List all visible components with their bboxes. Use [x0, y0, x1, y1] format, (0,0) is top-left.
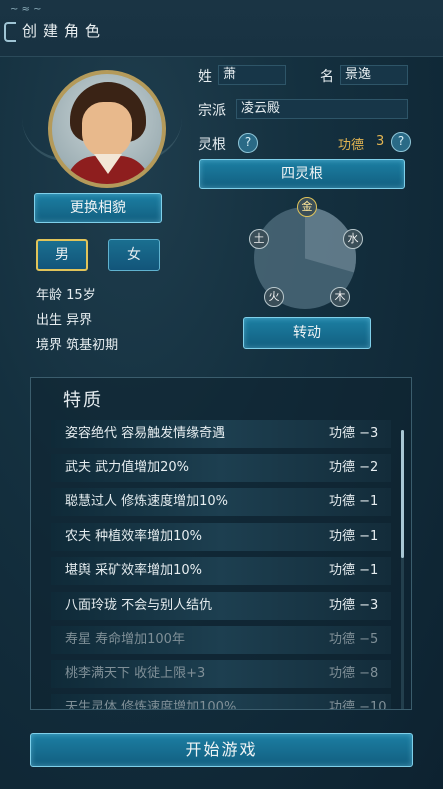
header-bar: ~ ≈ ~ 创建角色: [0, 0, 443, 57]
age-label: 年龄: [36, 288, 63, 303]
male-button[interactable]: 男: [36, 239, 88, 271]
given-name-field[interactable]: 景逸: [340, 65, 408, 85]
surname-field[interactable]: 萧: [218, 65, 286, 85]
trait-cost: 功德 −1: [329, 563, 379, 578]
trait-cost: 功德 −10: [329, 700, 387, 710]
traits-panel: 特质 姿容绝代 容易触发情缘奇遇 功德 −3 武夫 武力值增加20% 功德 −2…: [30, 377, 412, 710]
change-appearance-button[interactable]: 更换相貌: [34, 193, 162, 223]
realm-label: 境界: [36, 338, 63, 353]
trait-row[interactable]: 堪舆 采矿效率增加10% 功德 −1: [51, 557, 391, 585]
trait-cost: 功德 −8: [329, 666, 379, 681]
trait-desc: 武夫 武力值增加20%: [65, 460, 190, 475]
trait-row[interactable]: 聪慧过人 修炼速度增加10% 功德 −1: [51, 488, 391, 516]
trait-desc: 聪慧过人 修炼速度增加10%: [65, 494, 229, 509]
trait-desc: 堪舆 采矿效率增加10%: [65, 563, 203, 578]
sect-field[interactable]: 凌云殿: [236, 99, 408, 119]
trait-row[interactable]: 天生灵体 修炼速度增加100% 功德 −10: [51, 694, 391, 710]
trait-cost: 功德 −3: [329, 426, 379, 441]
trait-row[interactable]: 姿容绝代 容易触发情缘奇遇 功德 −3: [51, 420, 391, 448]
trait-row[interactable]: 寿星 寿命增加100年 功德 −5: [51, 626, 391, 654]
realm-value: 筑基初期: [66, 338, 119, 353]
age-row: 年龄 15岁: [36, 284, 96, 303]
trait-row[interactable]: 八面玲珑 不会与别人结仇 功德 −3: [51, 592, 391, 620]
element-water: 水: [343, 229, 363, 249]
element-metal: 金: [297, 197, 317, 217]
trait-desc: 姿容绝代 容易触发情缘奇遇: [65, 426, 226, 441]
spirit-root-label: 灵根: [198, 137, 226, 153]
rotate-button[interactable]: 转动: [243, 317, 371, 349]
cloud-ornament-icon: ~ ≈ ~: [10, 4, 42, 15]
spirit-root-display-button[interactable]: 四灵根: [199, 159, 405, 189]
trait-desc: 八面玲珑 不会与别人结仇: [65, 598, 213, 613]
trait-cost: 功德 −1: [329, 494, 379, 509]
age-value: 15岁: [66, 288, 96, 303]
trait-desc: 桃李满天下 收徒上限+3: [65, 666, 206, 681]
trait-cost: 功德 −3: [329, 598, 379, 613]
root-help-icon[interactable]: ?: [238, 133, 258, 153]
given-name-label: 名: [320, 69, 334, 85]
trait-row[interactable]: 武夫 武力值增加20% 功德 −2: [51, 454, 391, 482]
realm-row: 境界 筑基初期: [36, 334, 118, 353]
start-game-button[interactable]: 开始游戏: [30, 733, 413, 767]
back-icon[interactable]: [4, 22, 16, 42]
trait-cost: 功德 −1: [329, 529, 379, 544]
trait-row[interactable]: 桃李满天下 收徒上限+3 功德 −8: [51, 660, 391, 688]
birth-label: 出生: [36, 313, 63, 328]
element-earth: 土: [249, 229, 269, 249]
merit-help-icon[interactable]: ?: [391, 132, 411, 152]
element-wood: 木: [330, 287, 350, 307]
trait-cost: 功德 −2: [329, 460, 379, 475]
merit-value: 3: [376, 134, 385, 149]
merit-label: 功德: [338, 138, 365, 153]
sect-label: 宗派: [198, 103, 226, 119]
surname-label: 姓: [198, 69, 212, 85]
element-fire: 火: [264, 287, 284, 307]
female-button[interactable]: 女: [108, 239, 160, 271]
trait-row[interactable]: 农夫 种植效率增加10% 功德 −1: [51, 523, 391, 551]
birth-value: 异界: [66, 313, 93, 328]
birth-row: 出生 异界: [36, 309, 92, 328]
page-title: 创建角色: [22, 22, 107, 40]
trait-cost: 功德 −5: [329, 632, 379, 647]
trait-desc: 天生灵体 修炼速度增加100%: [65, 700, 237, 710]
avatar: [48, 70, 166, 188]
traits-heading: 特质: [63, 390, 103, 411]
trait-desc: 农夫 种植效率增加10%: [65, 529, 203, 544]
trait-desc: 寿星 寿命增加100年: [65, 632, 185, 647]
scrollbar-thumb[interactable]: [401, 430, 404, 558]
